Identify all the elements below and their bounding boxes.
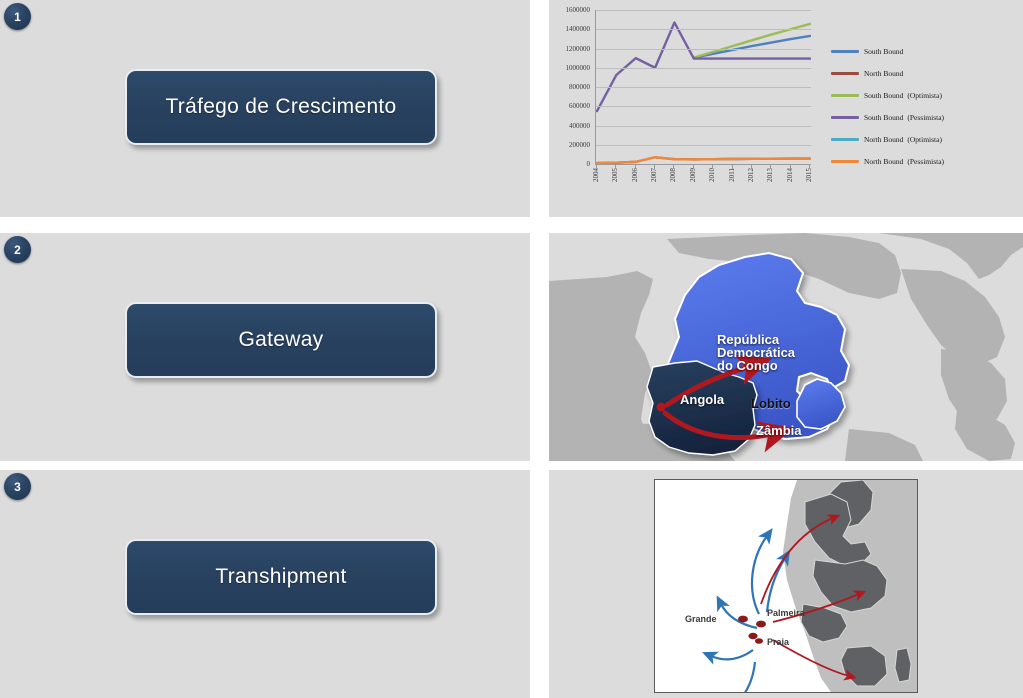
chart-legend-label: South Bound (Optimista): [864, 90, 942, 100]
chart-legend-item[interactable]: North Bound: [831, 62, 1021, 84]
chart-x-tick: [770, 165, 772, 169]
chart-x-tick-label: 2007: [650, 168, 659, 182]
chart-x-tick-label: 2010: [708, 168, 717, 182]
chart-x-tick-label: 2004: [592, 168, 600, 182]
transhipment-map-frame: Grande Palmeira Praia: [654, 479, 918, 693]
slide-1-content-panel: 1600000 1400000 1200000 1000000 800000 600000…: [549, 0, 1023, 217]
slide-row-3: 3 Transhipment Grande Palmeira Praia: [0, 470, 1023, 698]
chart-legend: South Bound North Bound South Bound (Optimi…: [831, 40, 1021, 172]
transhipment-map-svg: [702, 480, 917, 692]
chart-legend-label: North Bound: [864, 68, 904, 78]
chart-x-tick: [712, 165, 714, 169]
chart-x-tick-label: 2009: [688, 168, 697, 182]
slide-3-title-plaque[interactable]: Transhipment: [125, 539, 437, 615]
chart-y-tick-label: 600000: [569, 102, 590, 111]
slide-row-1: 1 Tráfego de Crescimento 1600000 1400000 1…: [0, 0, 1023, 217]
slide-1-title-panel: 1 Tráfego de Crescimento: [0, 0, 530, 217]
slide-number-badge-2: 2: [4, 236, 31, 263]
chart-x-tick: [750, 165, 752, 169]
slide-2-title-plaque[interactable]: Gateway: [125, 302, 437, 378]
slide-3-title-label: Transhipment: [215, 565, 347, 588]
chart-x-tick-label: 2015: [805, 168, 813, 182]
slide-number-badge-3: 3: [4, 473, 31, 500]
chart-gridline: [596, 144, 811, 146]
chart-legend-swatch: [831, 49, 859, 53]
chart-x-tick-label: 2008: [669, 168, 678, 182]
chart-gridline: [596, 106, 811, 108]
chart-legend-swatch: [831, 93, 859, 97]
chart-legend-swatch: [831, 159, 859, 163]
slide-1-title-label: Tráfego de Crescimento: [165, 95, 397, 118]
chart-legend-item[interactable]: South Bound: [831, 40, 1021, 62]
chart-x-tick-label: 2012: [746, 168, 755, 182]
chart-x-tick-label: 2013: [766, 168, 775, 182]
chart-legend-label-qualifier: (Optimista): [907, 90, 942, 100]
chart-legend-label-qualifier: (Pessimista): [907, 156, 945, 166]
chart-x-axis-labels: 2004 2005 2006 2007 2008 2009 2010 2011 2012 2013…: [592, 168, 813, 210]
chart-x-tick-label: 2014: [785, 168, 794, 182]
chart-x-tick: [634, 165, 636, 169]
gateway-africa-map: Lobito República Democrática do Congo An…: [549, 233, 1023, 461]
chart-legend-label: North Bound (Optimista): [864, 134, 942, 144]
lobito-port-dot: [656, 402, 666, 412]
cape-verde-port-dots: [738, 615, 766, 644]
chart-gridline: [596, 48, 811, 50]
chart-x-tick: [596, 165, 597, 169]
chart-legend-label: North Bound (Pessimista): [864, 156, 945, 166]
chart-legend-label: South Bound: [864, 46, 904, 56]
slide-deck: 1 Tráfego de Crescimento 1600000 1400000 1…: [0, 0, 1023, 698]
chart-x-tick: [789, 165, 791, 169]
slide-1-title-plaque[interactable]: Tráfego de Crescimento: [125, 69, 437, 145]
chart-x-tick: [692, 165, 694, 169]
chart-x-tick-label: 2006: [630, 168, 639, 182]
chart-series-line: [595, 156, 812, 165]
chart-plot-area: [595, 10, 812, 165]
chart-x-tick: [673, 165, 675, 169]
chart-legend-label: South Bound (Pessimista): [864, 112, 945, 122]
chart-gridline: [596, 10, 811, 11]
slide-3-content-panel: Grande Palmeira Praia: [549, 470, 1023, 698]
chart-y-axis-labels: 1600000 1400000 1200000 1000000 800000 600000…: [549, 0, 593, 168]
chart-y-tick-label: 1000000: [565, 63, 591, 72]
chart-y-tick-label: 0: [586, 160, 591, 168]
chart-y-tick-label: 200000: [569, 140, 590, 149]
chart-y-tick-label: 1600000: [565, 6, 591, 14]
slide-2-title-panel: 2 Gateway: [0, 233, 530, 461]
chart-legend-item[interactable]: North Bound (Pessimista): [831, 150, 1021, 172]
chart-legend-item[interactable]: South Bound (Optimista): [831, 84, 1021, 106]
gateway-map-svg: [549, 233, 1023, 461]
chart-legend-swatch: [831, 115, 859, 119]
chart-gridline: [596, 67, 811, 69]
chart-legend-label-qualifier: (Optimista): [907, 134, 942, 144]
chart-x-tick: [731, 165, 733, 169]
slide-3-title-panel: 3 Transhipment: [0, 470, 530, 698]
chart-y-tick-label: 1400000: [565, 25, 591, 34]
chart-y-tick-label: 800000: [569, 83, 590, 91]
slide-number-badge-1: 1: [4, 3, 31, 30]
chart-legend-label-qualifier: (Pessimista): [907, 112, 945, 122]
chart-y-tick-label: 400000: [569, 121, 590, 130]
chart-gridline: [596, 125, 811, 127]
chart-y-tick-label: 1200000: [565, 44, 591, 53]
chart-x-tick: [615, 165, 617, 169]
chart-x-tick: [654, 165, 656, 169]
slide-2-content-panel: Lobito República Democrática do Congo An…: [549, 233, 1023, 461]
chart-x-tick: [809, 165, 810, 169]
chart-legend-item[interactable]: South Bound (Pessimista): [831, 106, 1021, 128]
chart-x-tick-label: 2011: [727, 168, 736, 182]
slide-row-2: 2 Gateway Lobito República Democrática d…: [0, 233, 1023, 461]
chart-gridline: [596, 29, 811, 31]
chart-x-tick-label: 2005: [611, 168, 620, 182]
chart-gridline: [596, 87, 811, 88]
slide-2-title-label: Gateway: [238, 328, 324, 351]
chart-legend-item[interactable]: North Bound (Optimista): [831, 128, 1021, 150]
chart-legend-swatch: [831, 137, 859, 141]
transhipment-map-container: Grande Palmeira Praia: [549, 470, 1023, 698]
growth-traffic-line-chart: 1600000 1400000 1200000 1000000 800000 600000…: [549, 0, 1023, 217]
chart-legend-swatch: [831, 71, 859, 75]
feeder-route-arrows: [702, 528, 791, 692]
